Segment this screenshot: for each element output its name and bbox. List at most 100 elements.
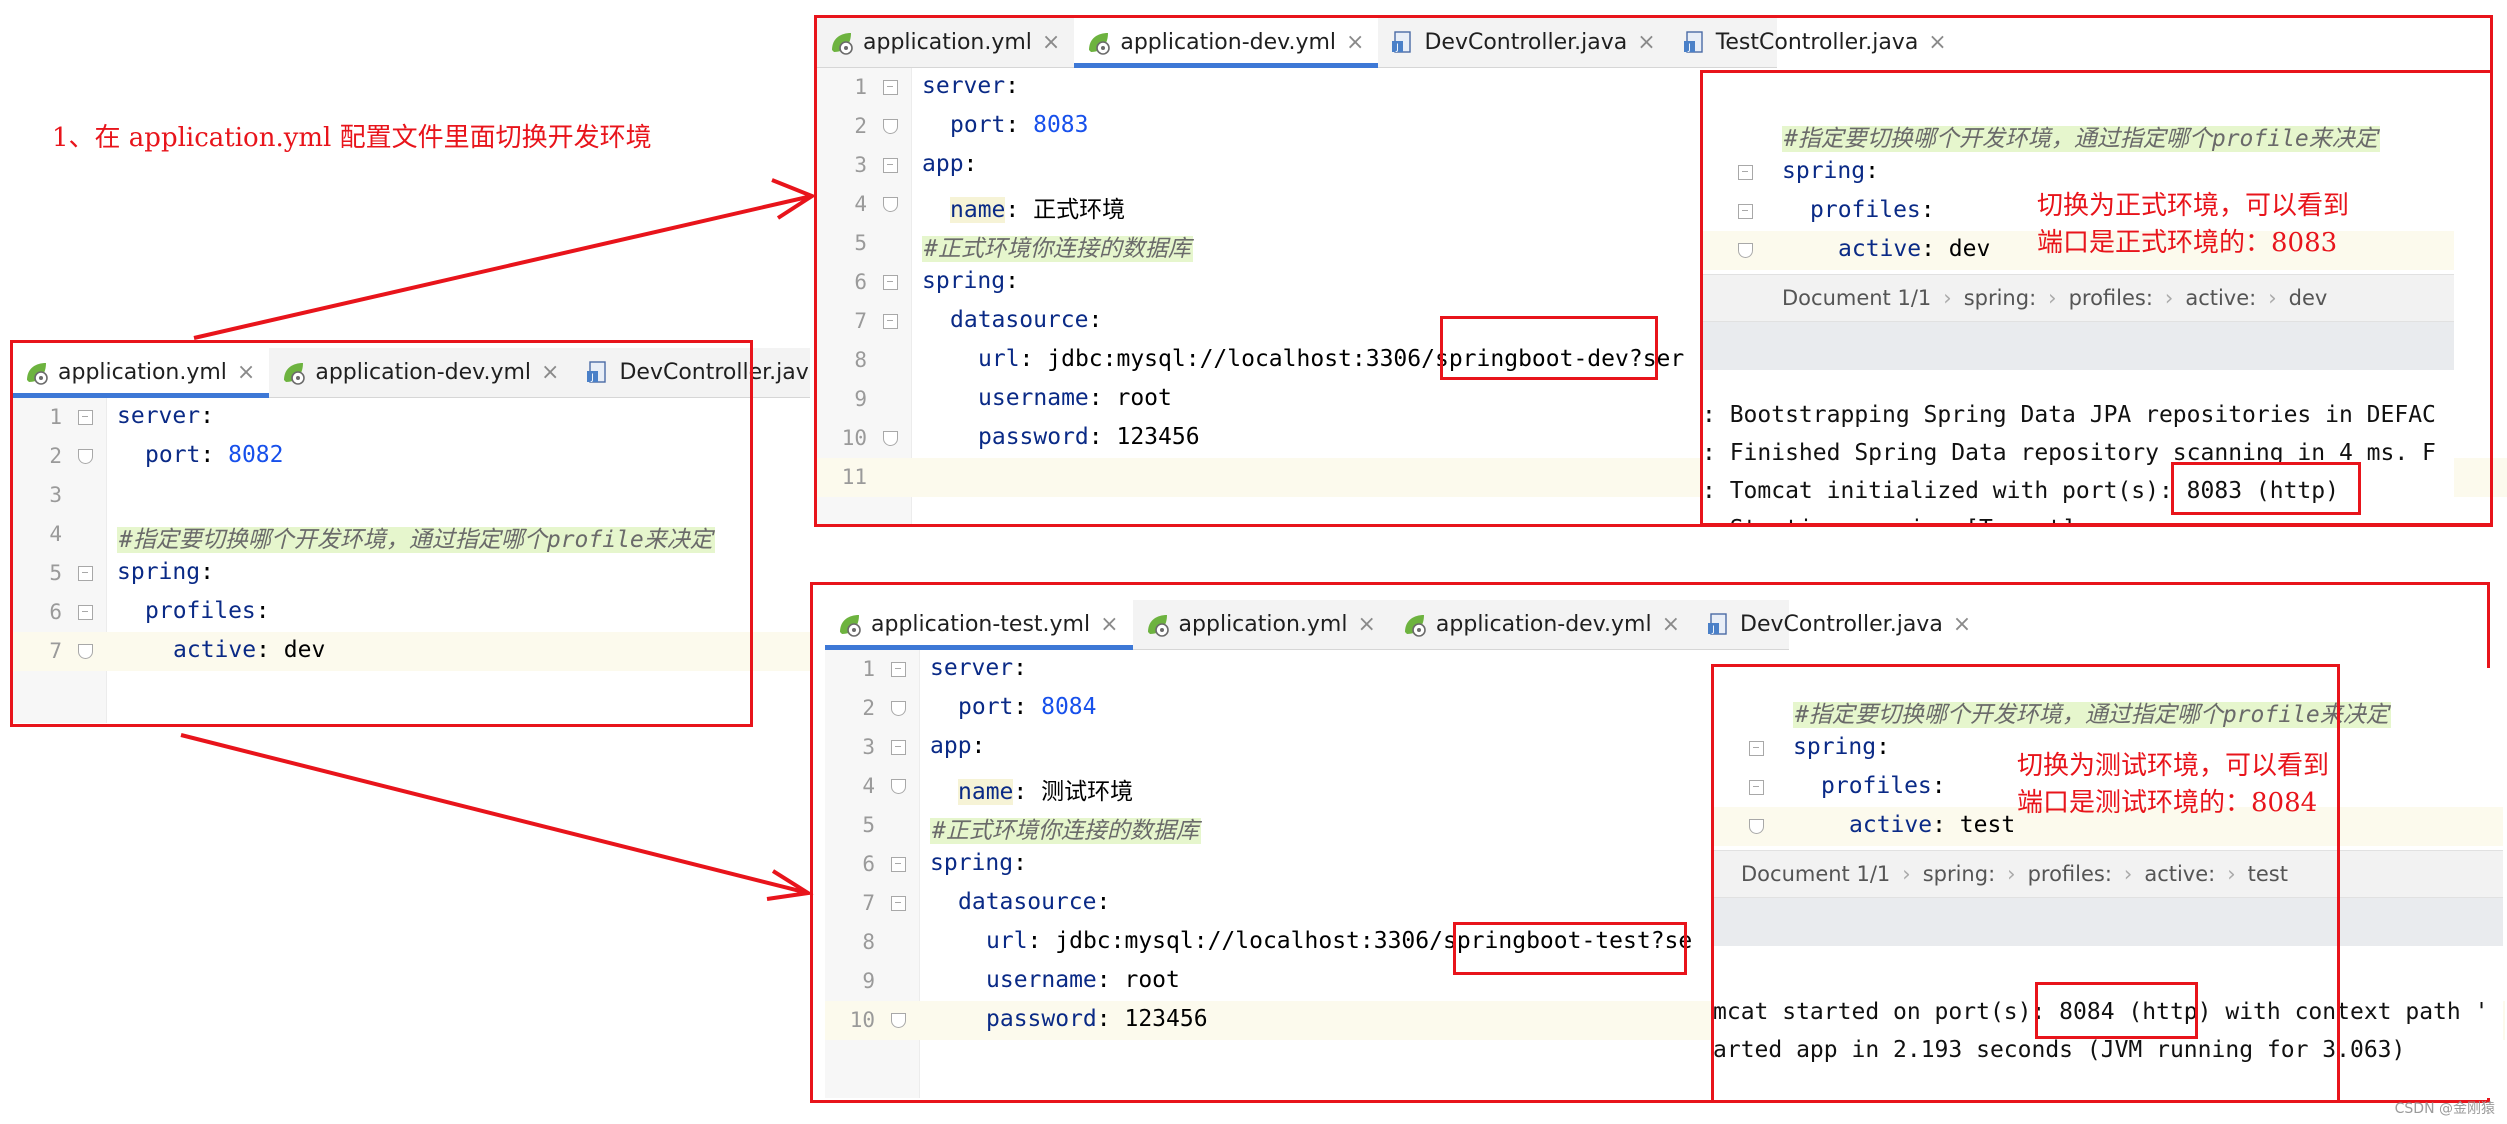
fold-icon[interactable] [78, 566, 93, 581]
fold-icon[interactable] [891, 701, 906, 716]
fold-icon[interactable] [1738, 204, 1753, 219]
breadcrumb-item[interactable]: dev [2289, 286, 2328, 310]
tab-devcontroller-java[interactable]: JDevController.java× [1378, 18, 1669, 67]
close-icon[interactable]: × [237, 360, 255, 385]
chevron-right-icon: › [2164, 286, 2174, 310]
close-icon[interactable]: × [1346, 30, 1364, 55]
yaml-key: url [986, 928, 1028, 954]
tab-application-yml[interactable]: application.yml × [1133, 600, 1390, 649]
fold-icon[interactable] [891, 896, 906, 911]
fold-icon[interactable] [891, 740, 906, 755]
breadcrumb-item[interactable]: test [2248, 862, 2288, 886]
breadcrumb-item[interactable]: spring: [1964, 286, 2036, 310]
close-icon[interactable]: × [1100, 612, 1118, 637]
tab-application-dev-yml[interactable]: application-dev.yml × [1074, 18, 1379, 68]
yaml-key: app [930, 733, 972, 759]
code-text: #指定要切换哪个开发环境，通过指定哪个profile来决定 [1782, 119, 2380, 153]
breadcrumb: Document 1/1 › spring: › profiles: › active: › t… [1713, 850, 2503, 898]
close-icon[interactable]: × [1042, 30, 1060, 55]
breadcrumb-item[interactable]: profiles: [2028, 862, 2112, 886]
tab-devcontroller-java[interactable]: JDevController.java× [573, 348, 810, 397]
breadcrumb-item[interactable]: Document 1/1 [1782, 286, 1931, 310]
code-text: password: 123456 [978, 424, 1200, 450]
fold-icon[interactable] [883, 158, 898, 173]
fold-icon[interactable] [1738, 165, 1753, 180]
fold-icon[interactable] [1738, 243, 1753, 258]
tab-devcontroller-java[interactable]: J DevController.java × [1694, 600, 1985, 649]
chevron-right-icon: › [2123, 862, 2133, 886]
fold-icon[interactable] [1749, 819, 1764, 834]
yaml-value: 8083 [1033, 112, 1089, 138]
line-number: 5 [854, 231, 867, 255]
fold-icon[interactable] [883, 197, 898, 212]
java-icon: J [1706, 612, 1732, 638]
code-line: #指定要切换哪个开发环境，通过指定哪个profile来决定 [1713, 690, 2503, 729]
code-text: url: jdbc:mysql://localhost:3306/springb… [978, 346, 1685, 372]
fold-icon[interactable] [883, 80, 898, 95]
fold-icon[interactable] [1749, 780, 1764, 795]
tab-application-dev-yml[interactable]: application-dev.yml × [269, 348, 573, 397]
code-text: profiles: [1810, 197, 1949, 223]
fold-icon[interactable] [78, 410, 93, 425]
chevron-right-icon: › [1902, 862, 1911, 886]
fold-icon[interactable] [883, 119, 898, 134]
breadcrumb-item[interactable]: active: [2144, 862, 2215, 886]
breadcrumb-item[interactable]: active: [2185, 286, 2256, 310]
console-output: : Bootstrapping Spring Data JPA reposito… [1702, 396, 2454, 523]
code-editor[interactable]: 1 server: 2 port: 8082 3 4 #指定要切换哪个开发环境，通过指定哪… [12, 398, 810, 723]
yaml-key: active [1838, 236, 1922, 262]
yaml-key: username [978, 385, 1089, 411]
svg-text:J: J [591, 373, 595, 383]
fold-icon[interactable] [891, 779, 906, 794]
tab-bar: application.yml × application-dev.yml × J Dev… [817, 18, 1947, 68]
close-icon[interactable]: × [1637, 30, 1655, 55]
fold-icon[interactable] [78, 605, 93, 620]
line-number: 4 [49, 522, 62, 546]
tab-application-yml[interactable]: application.yml × [817, 18, 1074, 67]
tab-label: application-dev.yml [315, 360, 532, 385]
line-number: 10 [849, 1008, 875, 1032]
svg-text:J: J [1396, 43, 1400, 53]
close-icon[interactable]: × [1953, 612, 1971, 637]
yaml-icon [837, 612, 863, 638]
tab-application-yml[interactable]: application.yml × [12, 348, 270, 398]
svg-text:J: J [1711, 625, 1715, 635]
code-text: spring: [117, 559, 228, 585]
fold-icon[interactable] [891, 857, 906, 872]
tab-testcontroller-java[interactable]: J TestController.java × [1670, 18, 1961, 67]
fold-icon[interactable] [78, 644, 93, 659]
tab-label: DevController.java [1740, 612, 1943, 637]
code-line: spring: [1702, 153, 2454, 192]
fold-icon[interactable] [883, 275, 898, 290]
line-number: 4 [854, 192, 867, 216]
breadcrumb-item[interactable]: spring: [1923, 862, 1995, 886]
chevron-right-icon: › [2227, 862, 2236, 886]
code-text: server: [117, 403, 228, 429]
fold-icon[interactable] [891, 1013, 906, 1028]
line-number: 7 [862, 891, 875, 915]
console-line: : Starting service [Tomcat] [1702, 510, 2454, 523]
tab-application-dev-yml[interactable]: application-dev.yml × [1390, 600, 1694, 649]
close-icon[interactable]: × [1357, 612, 1375, 637]
code-text: #正式环境你连接的数据库 [922, 229, 1193, 263]
breadcrumb-item[interactable]: Document 1/1 [1741, 862, 1890, 886]
line-number: 7 [854, 309, 867, 333]
line-number: 4 [862, 774, 875, 798]
fold-icon[interactable] [891, 662, 906, 677]
fold-icon[interactable] [883, 314, 898, 329]
breadcrumb-item[interactable]: profiles: [2069, 286, 2153, 310]
java-icon: J [1682, 30, 1708, 56]
fold-icon[interactable] [78, 449, 93, 464]
tab-application-test-yml[interactable]: application-test.yml × [825, 600, 1133, 650]
yaml-icon [1402, 612, 1428, 638]
yaml-value: 8084 [1041, 694, 1097, 720]
fold-icon[interactable] [1749, 741, 1764, 756]
close-icon[interactable]: × [1662, 612, 1680, 637]
close-icon[interactable]: × [541, 360, 559, 385]
code-line: 3 [12, 476, 810, 515]
close-icon[interactable]: × [1928, 30, 1946, 55]
dev-profile-overlay: #指定要切换哪个开发环境，通过指定哪个profile来决定 spring: pro… [1702, 74, 2454, 523]
chevron-right-icon: › [2048, 286, 2057, 310]
fold-icon[interactable] [883, 431, 898, 446]
code-line: 1 server: [12, 398, 810, 437]
